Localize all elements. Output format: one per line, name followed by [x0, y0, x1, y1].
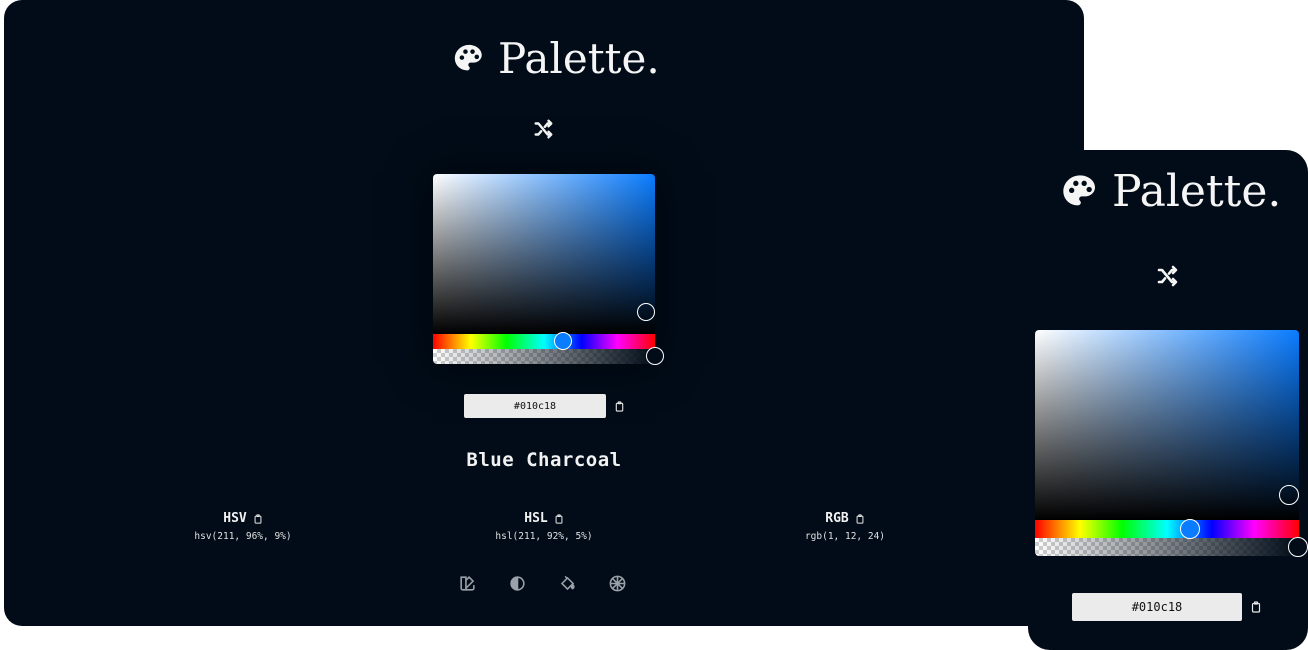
alpha-slider[interactable] [433, 349, 655, 364]
clipboard-icon [254, 513, 262, 524]
color-wheel-tool[interactable] [608, 574, 627, 593]
color-picker [1035, 330, 1308, 557]
format-value: rgb(1, 12, 24) [804, 531, 886, 542]
toolbar [458, 574, 627, 593]
format-rgb: RGB rgb(1, 12, 24) [745, 507, 945, 542]
app-logo: Palette. [1060, 166, 1281, 217]
mobile-window: Palette. [1028, 150, 1308, 650]
format-value: hsv(211, 96%, 9%) [194, 531, 292, 542]
hex-row [464, 394, 625, 418]
copy-hex-button[interactable] [614, 400, 625, 412]
hex-input[interactable] [1072, 593, 1242, 621]
shuffle-button[interactable] [532, 118, 554, 144]
palette-icon [1063, 174, 1095, 205]
fill-tool[interactable] [558, 574, 577, 593]
fill-icon [560, 575, 575, 591]
shuffle-icon [534, 119, 553, 139]
app-title: Palette. [1112, 166, 1282, 217]
contrast-tool[interactable] [508, 574, 527, 593]
hue-handle[interactable] [1180, 519, 1200, 539]
saturation-value-handle[interactable] [1279, 485, 1299, 505]
format-hsl: HSL hsl(211, 92%, 5%) [444, 507, 644, 542]
alpha-slider[interactable] [1035, 538, 1299, 556]
hex-input[interactable] [464, 394, 606, 418]
format-label: HSV [223, 511, 247, 526]
complementary-tool[interactable] [458, 574, 477, 593]
alpha-handle[interactable] [1288, 537, 1308, 557]
app-logo: Palette. [452, 34, 660, 83]
saturation-value-area[interactable] [433, 174, 655, 334]
contrast-icon [510, 576, 525, 591]
desktop-window: Palette. Blue Charcoal HSV hsv(211, 96%,… [4, 0, 1084, 626]
color-name: Blue Charcoal [466, 449, 622, 471]
format-label: RGB [825, 511, 849, 526]
format-value: hsl(211, 92%, 5%) [495, 531, 593, 542]
copy-hsv-button[interactable] [253, 513, 263, 524]
app-title: Palette. [498, 34, 660, 83]
shuffle-icon [1157, 265, 1178, 287]
copy-hex-button[interactable] [1250, 601, 1262, 613]
color-wheel-icon [609, 575, 626, 592]
shuffle-button[interactable] [1155, 264, 1179, 292]
palette-icon [454, 44, 482, 70]
saturation-value-handle[interactable] [637, 303, 655, 321]
complementary-icon [460, 576, 475, 591]
clipboard-icon [555, 513, 563, 524]
hue-handle[interactable] [554, 332, 572, 350]
format-label: HSL [524, 511, 548, 526]
saturation-value-area[interactable] [1035, 330, 1299, 520]
hex-row [1072, 593, 1262, 621]
color-picker [433, 174, 664, 365]
copy-hsl-button[interactable] [554, 513, 564, 524]
clipboard-icon [1251, 601, 1261, 613]
hue-slider[interactable] [433, 334, 655, 349]
clipboard-icon [615, 400, 624, 412]
alpha-handle[interactable] [646, 347, 664, 365]
hue-slider[interactable] [1035, 520, 1299, 538]
clipboard-icon [856, 513, 864, 524]
format-hsv: HSV hsv(211, 96%, 9%) [143, 507, 343, 542]
copy-rgb-button[interactable] [855, 513, 865, 524]
